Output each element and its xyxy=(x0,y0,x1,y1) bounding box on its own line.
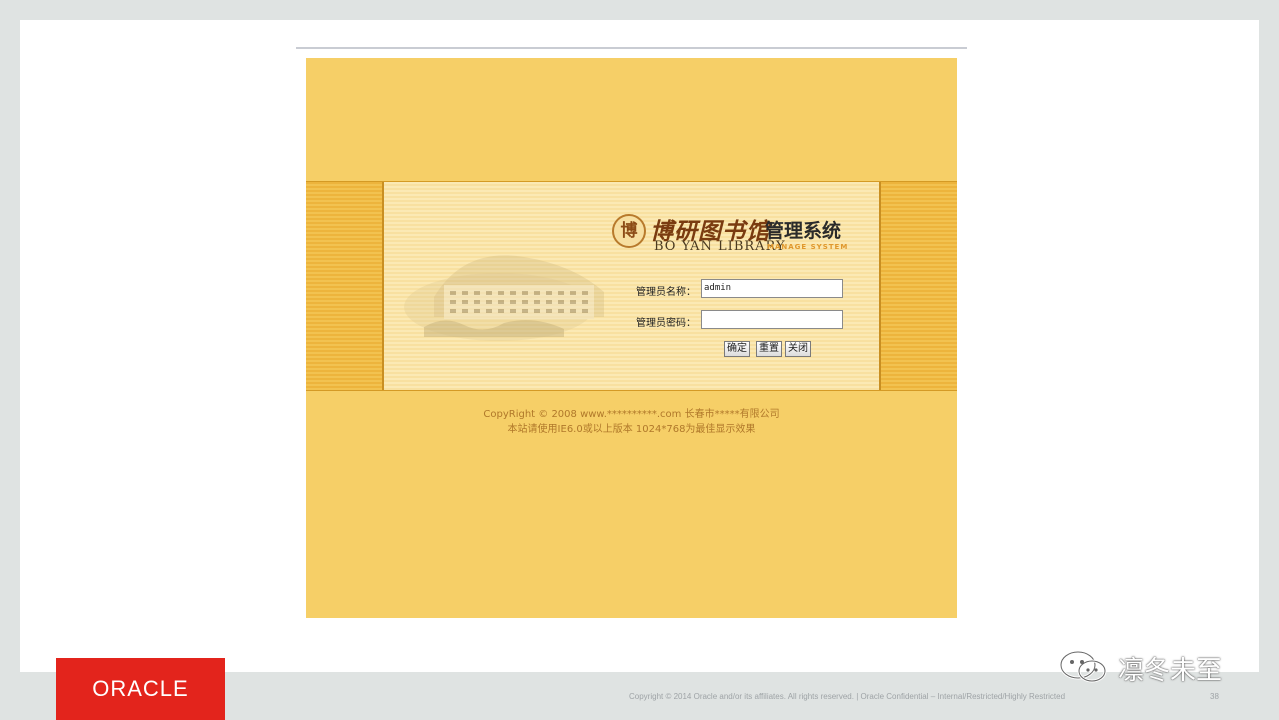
login-page-screenshot: 博 博研图书馆 管理系统 BO YAN LIBRARY MANAGE SYSTE… xyxy=(306,58,957,618)
password-input[interactable] xyxy=(701,310,843,329)
wechat-icon xyxy=(1059,650,1107,683)
reset-button[interactable]: 重置 xyxy=(756,341,782,357)
library-seal-icon: 博 xyxy=(612,214,646,248)
username-input[interactable]: admin xyxy=(701,279,843,298)
watermark: 凛冬未至 xyxy=(1058,648,1248,686)
confirm-button[interactable]: 确定 xyxy=(724,341,750,357)
slide-footer-copyright: Copyright © 2014 Oracle and/or its affil… xyxy=(629,692,1066,701)
slide-top-rule xyxy=(296,47,967,49)
password-label: 管理员密码： xyxy=(636,318,696,329)
copyright-line-2: 本站请使用IE6.0或以上版本 1024*768为最佳显示效果 xyxy=(507,424,756,435)
library-logo: 博 博研图书馆 管理系统 BO YAN LIBRARY MANAGE SYSTE… xyxy=(612,210,862,260)
library-building-image xyxy=(404,255,604,341)
copyright-line-1: CopyRight © 2008 www.**********.com 长春市*… xyxy=(483,409,780,420)
watermark-text: 凛冬未至 xyxy=(1118,656,1223,686)
login-band: 博 博研图书馆 管理系统 BO YAN LIBRARY MANAGE SYSTE… xyxy=(306,181,957,391)
slide-page-number: 38 xyxy=(1210,692,1219,701)
logo-english-subtitle: MANAGE SYSTEM xyxy=(767,243,849,251)
logo-english-title: BO YAN LIBRARY xyxy=(654,239,786,254)
username-label: 管理员名称： xyxy=(636,287,696,298)
oracle-logo: ORACLE xyxy=(56,658,225,720)
login-panel: 博 博研图书馆 管理系统 BO YAN LIBRARY MANAGE SYSTE… xyxy=(382,182,881,390)
close-button[interactable]: 关闭 xyxy=(785,341,811,357)
